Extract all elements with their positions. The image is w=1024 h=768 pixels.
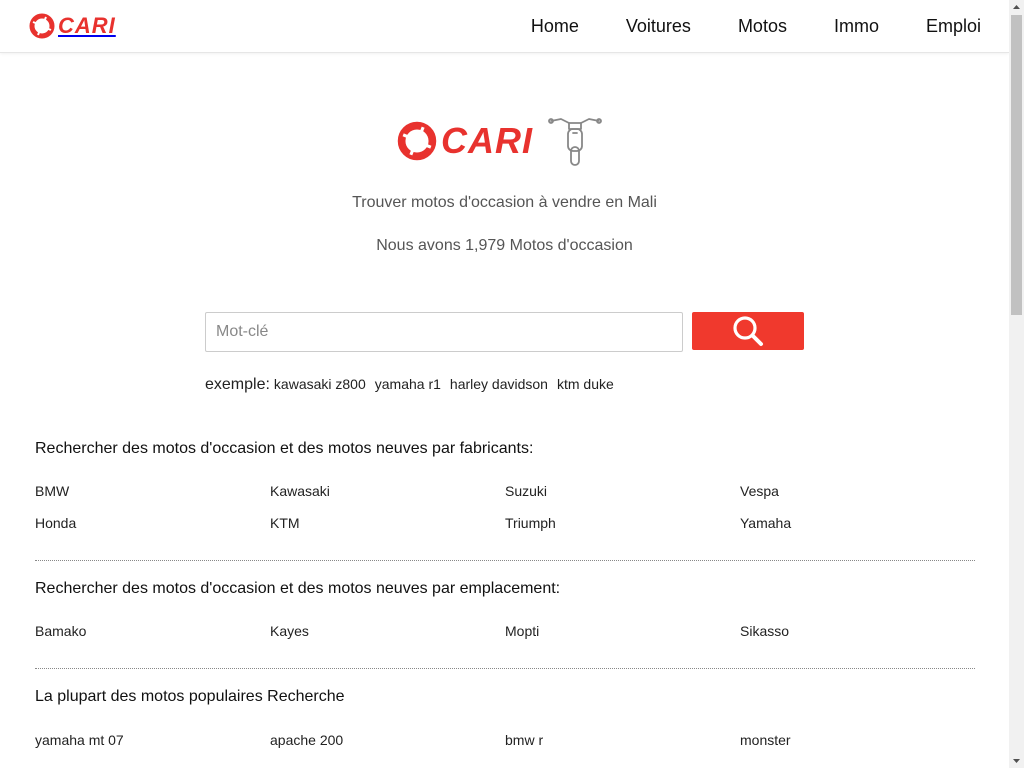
manufacturer-link[interactable]: Kawasaki	[270, 483, 505, 515]
motorcycle-icon	[548, 118, 602, 166]
manufacturer-link[interactable]: Vespa	[740, 483, 975, 515]
locations-grid: Bamako Kayes Mopti Sikasso	[35, 623, 975, 655]
manufacturer-link[interactable]: KTM	[270, 515, 505, 547]
example-link[interactable]: harley davidson	[450, 376, 548, 392]
header: CARI Home Voitures Motos Immo Emploi	[0, 0, 1009, 53]
example-link[interactable]: ktm duke	[557, 376, 614, 392]
popular-search-link[interactable]: monster	[740, 732, 975, 764]
search-button[interactable]	[692, 312, 804, 350]
search-examples: exemple: kawasaki z800 yamaha r1 harley …	[205, 376, 623, 394]
manufacturer-link[interactable]: Honda	[35, 515, 270, 547]
location-link[interactable]: Kayes	[270, 623, 505, 655]
popular-search-link[interactable]: apache 200	[270, 732, 505, 764]
example-link[interactable]: kawasaki z800	[274, 376, 366, 392]
scroll-up-arrow-icon[interactable]	[1009, 0, 1024, 15]
nav-item-voitures[interactable]: Voitures	[626, 16, 691, 37]
nav-item-immo[interactable]: Immo	[834, 16, 879, 37]
brand-logo[interactable]: CARI	[29, 13, 116, 39]
hero-brand-name: CARI	[441, 120, 533, 161]
nav-item-motos[interactable]: Motos	[738, 16, 787, 37]
manufacturer-link[interactable]: Suzuki	[505, 483, 740, 515]
popular-grid: yamaha mt 07 apache 200 bmw r monster	[35, 732, 975, 764]
grid-row: yamaha mt 07 apache 200 bmw r monster	[35, 732, 975, 764]
location-link[interactable]: Mopti	[505, 623, 740, 655]
location-link[interactable]: Bamako	[35, 623, 270, 655]
search-icon	[733, 316, 763, 346]
manufacturer-link[interactable]: Yamaha	[740, 515, 975, 547]
search-input[interactable]	[205, 312, 683, 352]
section-divider	[35, 560, 975, 561]
main-nav: Home Voitures Motos Immo Emploi	[531, 0, 981, 53]
popular-search-link[interactable]: yamaha mt 07	[35, 732, 270, 764]
scrollbar-thumb[interactable]	[1011, 15, 1022, 315]
brand-name: CARI	[58, 13, 116, 38]
grid-row: Bamako Kayes Mopti Sikasso	[35, 623, 975, 655]
popular-section-title: La plupart des motos populaires Recherch…	[35, 688, 345, 705]
location-link[interactable]: Sikasso	[740, 623, 975, 655]
page: CARI Home Voitures Motos Immo Emploi CAR…	[0, 0, 1009, 768]
manufacturer-link[interactable]: BMW	[35, 483, 270, 515]
vertical-scrollbar[interactable]	[1009, 0, 1024, 768]
listing-count: Nous avons 1,979 Motos d'occasion	[376, 237, 633, 254]
manufacturer-link[interactable]: Triumph	[505, 515, 740, 547]
grid-row: BMW Kawasaki Suzuki Vespa	[35, 483, 975, 515]
grid-row: Honda KTM Triumph Yamaha	[35, 515, 975, 547]
hero-tagline: Trouver motos d'occasion à vendre en Mal…	[352, 194, 657, 211]
section-divider	[35, 668, 975, 669]
nav-item-home[interactable]: Home	[531, 16, 579, 37]
popular-search-link[interactable]: bmw r	[505, 732, 740, 764]
manufacturers-grid: BMW Kawasaki Suzuki Vespa Honda KTM Triu…	[35, 483, 975, 547]
locations-section-title: Rechercher des motos d'occasion et des m…	[35, 580, 561, 597]
manufacturers-section-title: Rechercher des motos d'occasion et des m…	[35, 440, 534, 457]
example-link[interactable]: yamaha r1	[375, 376, 441, 392]
examples-label: exemple:	[205, 376, 270, 393]
hero-logo: CARI	[397, 113, 607, 169]
lifebuoy-logo-icon	[29, 13, 55, 39]
lifebuoy-logo-icon	[397, 121, 437, 161]
scroll-down-arrow-icon[interactable]	[1009, 753, 1024, 768]
nav-item-emploi[interactable]: Emploi	[926, 16, 981, 37]
